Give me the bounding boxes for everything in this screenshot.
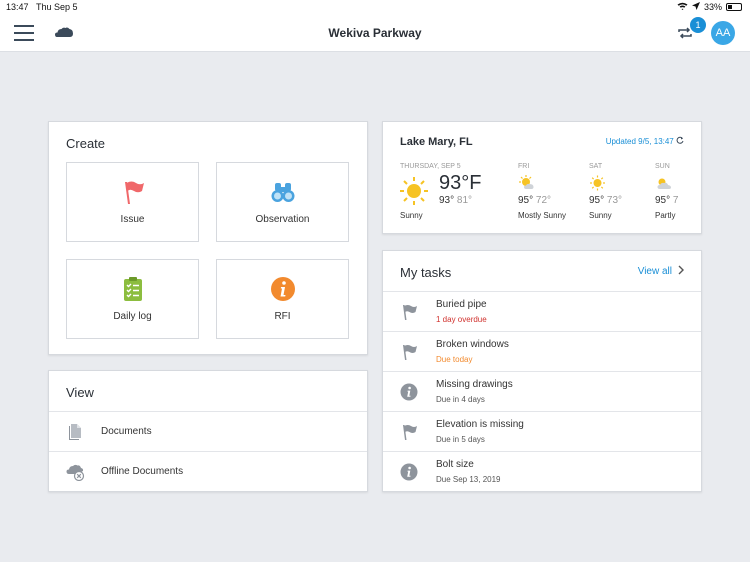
today-high-low: 93° 81° <box>439 195 472 206</box>
status-bar: 13:47 Thu Sep 5 33% <box>0 0 750 16</box>
create-daily-log-tile[interactable]: Daily log <box>66 259 199 339</box>
forecast-high-low: 95° 7 <box>655 195 678 206</box>
top-bar: Wekiva Parkway 1 AA <box>0 16 750 52</box>
location-icon <box>691 2 700 12</box>
task-item[interactable]: Broken windows Due today <box>383 331 701 371</box>
task-title: Elevation is missing <box>436 419 524 430</box>
forecast-day-clipped: SUN 95° 7 Partly <box>655 122 701 233</box>
task-item[interactable]: Elevation is missing Due in 5 days <box>383 411 701 451</box>
create-title: Create <box>66 136 106 151</box>
chevron-right-icon <box>678 265 684 278</box>
wifi-icon <box>677 2 688 12</box>
create-issue-tile[interactable]: Issue <box>66 162 199 242</box>
view-all-label: View all <box>637 266 672 277</box>
flag-icon <box>400 423 418 441</box>
task-status: Due in 4 days <box>436 395 485 404</box>
task-title: Broken windows <box>436 339 509 350</box>
today-low: 81° <box>456 195 473 206</box>
view-item-offline-documents[interactable]: Offline Documents <box>49 451 367 491</box>
sun-icon <box>589 175 606 196</box>
partly-cloudy-icon <box>655 175 672 196</box>
battery-percent: 33% <box>703 2 722 12</box>
document-icon <box>66 423 84 441</box>
today-day: THURSDAY, SEP 5 <box>400 163 461 170</box>
task-status: Due Sep 13, 2019 <box>436 475 501 484</box>
avatar[interactable]: AA <box>711 21 735 45</box>
flag-icon <box>67 179 198 205</box>
forecast-day: SAT <box>589 163 603 170</box>
view-item-label: Offline Documents <box>101 466 184 477</box>
forecast-high-low: 95° 72° <box>518 195 551 206</box>
forecast-high-low: 95° 73° <box>589 195 622 206</box>
task-item[interactable]: Bolt size Due Sep 13, 2019 <box>383 451 701 491</box>
battery-icon <box>726 3 742 11</box>
forecast-low: 7 <box>672 195 679 206</box>
forecast-desc: Partly <box>655 211 676 220</box>
forecast-high: 95° <box>655 195 671 206</box>
info-icon <box>400 383 418 401</box>
forecast-desc: Sunny <box>589 211 612 220</box>
sync-count-badge: 1 <box>690 17 706 33</box>
flag-icon <box>400 303 418 321</box>
weather-location: Lake Mary, FL <box>400 136 473 148</box>
task-status: 1 day overdue <box>436 315 487 324</box>
status-indicators: 33% <box>677 2 742 12</box>
view-item-label: Documents <box>101 426 152 437</box>
tile-label: Observation <box>255 214 310 225</box>
tile-label: Issue <box>120 214 145 225</box>
task-title: Missing drawings <box>436 379 513 390</box>
create-card: Create Issue Observation Daily log RFI <box>48 121 368 355</box>
info-icon <box>217 276 348 302</box>
status-time: 13:47 <box>6 2 29 12</box>
partly-sunny-icon <box>518 175 535 196</box>
status-date: Thu Sep 5 <box>36 2 78 12</box>
forecast-desc: Mostly Sunny <box>518 211 567 220</box>
forecast-day: SUN <box>655 163 670 170</box>
forecast-high: 95° <box>518 195 534 206</box>
forecast-low: 73° <box>606 195 623 206</box>
page-title: Wekiva Parkway <box>328 26 422 40</box>
task-status: Due today <box>436 355 473 364</box>
today-temperature: 93°F <box>439 172 482 194</box>
view-all-link[interactable]: View all <box>638 265 684 278</box>
today-high: 93° <box>439 195 455 206</box>
binoculars-icon <box>217 179 348 205</box>
task-item[interactable]: Missing drawings Due in 4 days <box>383 371 701 411</box>
task-status: Due in 5 days <box>436 435 485 444</box>
info-icon <box>400 463 418 481</box>
tile-label: Daily log <box>113 311 152 322</box>
forecast-day: FRI <box>518 163 530 170</box>
sun-icon <box>399 176 429 211</box>
tasks-title: My tasks <box>400 265 452 280</box>
create-rfi-tile[interactable]: RFI <box>216 259 349 339</box>
forecast-low: 72° <box>535 195 552 206</box>
weather-card: Lake Mary, FL Updated 9/5, 13:47 THURSDA… <box>382 121 702 234</box>
create-observation-tile[interactable]: Observation <box>216 162 349 242</box>
offline-cloud-icon <box>66 463 85 482</box>
tile-label: RFI <box>274 311 291 322</box>
today-desc: Sunny <box>400 211 423 220</box>
view-card: View Documents Offline Documents <box>48 370 368 492</box>
flag-icon <box>400 343 418 361</box>
clipboard-icon <box>67 276 198 302</box>
forecast-high: 95° <box>589 195 605 206</box>
view-title: View <box>66 385 94 400</box>
view-item-documents[interactable]: Documents <box>49 411 367 451</box>
task-item[interactable]: Buried pipe 1 day overdue <box>383 291 701 331</box>
tasks-card: My tasks View all Buried pipe 1 day over… <box>382 250 702 492</box>
task-title: Buried pipe <box>436 299 487 310</box>
task-title: Bolt size <box>436 459 474 470</box>
